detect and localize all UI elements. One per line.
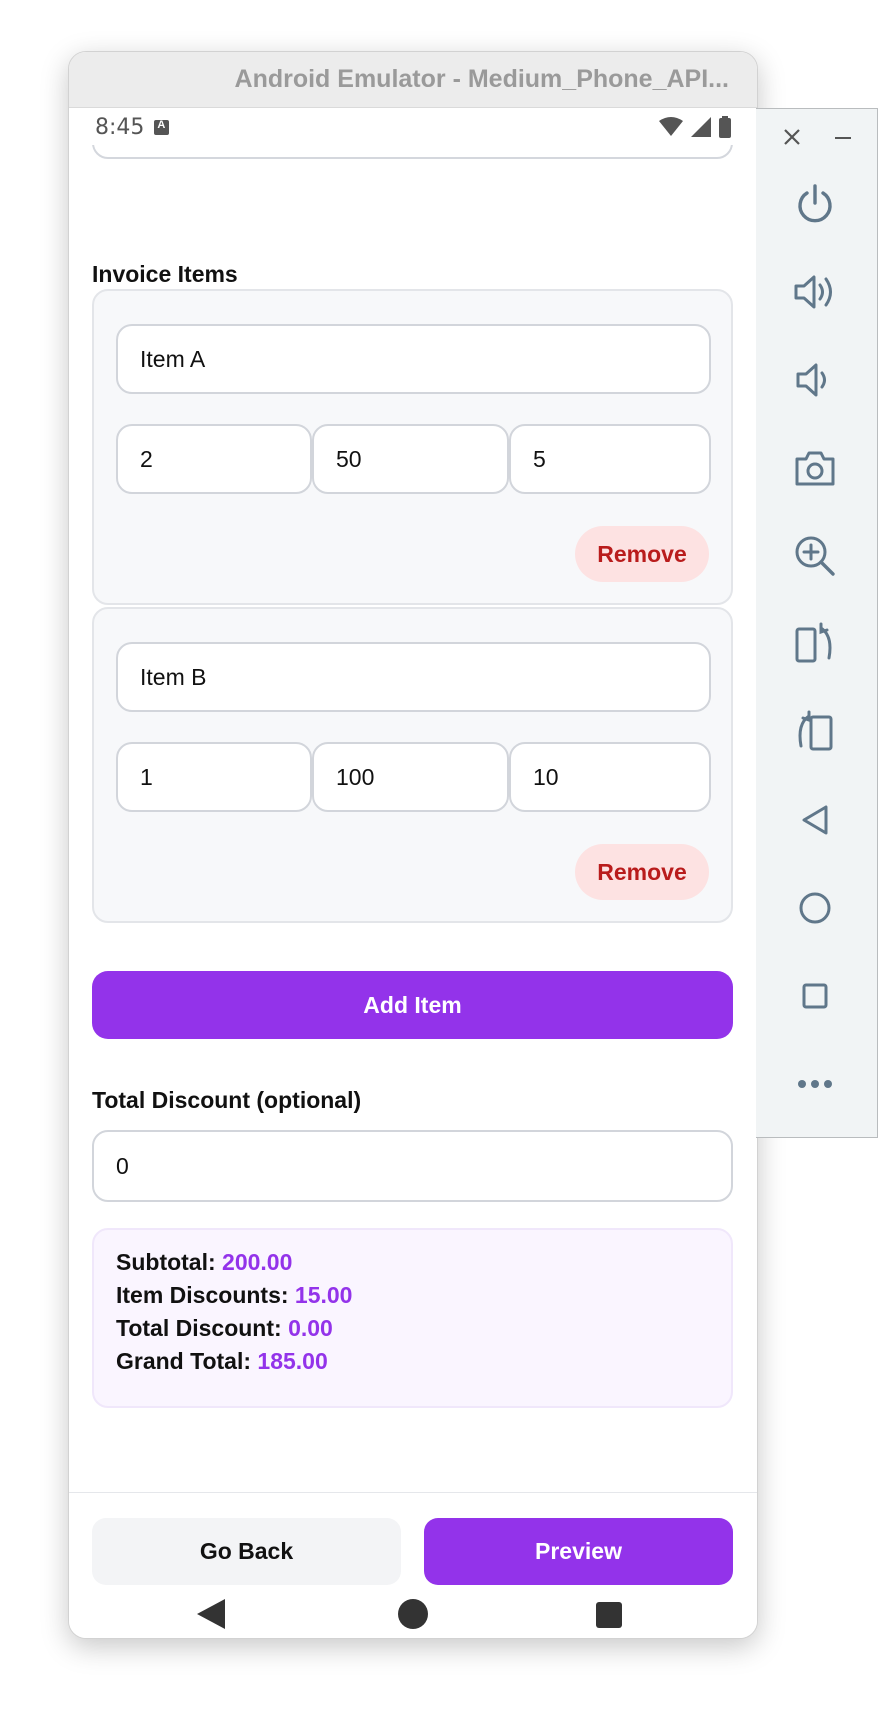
remove-item-button[interactable]: Remove xyxy=(575,526,709,582)
status-time: 8:45 xyxy=(95,114,145,140)
home-icon[interactable] xyxy=(790,883,840,933)
remove-item-button[interactable]: Remove xyxy=(575,844,709,900)
item-name-input[interactable]: Item A xyxy=(116,324,711,394)
invoice-item-card: Item A 2 50 5 Remove xyxy=(92,289,733,605)
emulator-side-panel xyxy=(756,108,878,1138)
item-discounts-value: 15.00 xyxy=(294,1282,353,1308)
go-back-button[interactable]: Go Back xyxy=(92,1518,401,1585)
footer-divider xyxy=(69,1492,757,1493)
grand-total-label: Grand Total: xyxy=(116,1348,252,1374)
grand-total-value: 185.00 xyxy=(257,1348,328,1374)
overview-icon[interactable] xyxy=(790,971,840,1021)
android-nav-bar xyxy=(69,1597,757,1638)
item-quantity-input[interactable]: 2 xyxy=(116,424,312,494)
phone-screen: 8:45 Invoice Items Item A 2 50 5 Remove … xyxy=(69,109,757,1638)
rotate-left-icon[interactable] xyxy=(790,619,840,669)
total-discount-row: Total Discount: 0.00 xyxy=(116,1312,709,1345)
item-price-input[interactable]: 50 xyxy=(312,424,509,494)
nav-home-icon[interactable] xyxy=(396,1597,430,1631)
item-discounts-label: Item Discounts: xyxy=(116,1282,289,1308)
subtotal-label: Subtotal: xyxy=(116,1249,216,1275)
battery-icon xyxy=(719,116,731,138)
item-price-input[interactable]: 100 xyxy=(312,742,509,812)
status-bar: 8:45 xyxy=(69,109,757,145)
window-title: Android Emulator - Medium_Phone_API... xyxy=(234,65,729,93)
back-icon[interactable] xyxy=(790,795,840,845)
grand-total-row: Grand Total: 185.00 xyxy=(116,1345,709,1378)
volume-up-icon[interactable] xyxy=(790,267,840,317)
volume-down-icon[interactable] xyxy=(790,355,840,405)
nav-overview-icon[interactable] xyxy=(595,1601,623,1629)
preview-button[interactable]: Preview xyxy=(424,1518,733,1585)
total-discount-label: Total Discount (optional) xyxy=(92,1087,362,1113)
total-discount-summary-label: Total Discount: xyxy=(116,1315,282,1341)
item-quantity-input[interactable]: 1 xyxy=(116,742,312,812)
more-icon[interactable] xyxy=(790,1059,840,1109)
subtotal-row: Subtotal: 200.00 xyxy=(116,1246,709,1279)
invoice-item-card: Item B 1 100 10 Remove xyxy=(92,607,733,923)
notification-icon xyxy=(154,119,170,135)
emulator-window: Android Emulator - Medium_Phone_API... 8… xyxy=(68,51,758,1639)
item-discount-input[interactable]: 5 xyxy=(509,424,711,494)
subtotal-value: 200.00 xyxy=(222,1249,293,1275)
camera-icon[interactable] xyxy=(790,443,840,493)
add-item-button[interactable]: Add Item xyxy=(92,971,733,1039)
totals-summary: Subtotal: 200.00 Item Discounts: 15.00 T… xyxy=(92,1228,733,1408)
power-icon[interactable] xyxy=(790,179,840,229)
total-discount-input[interactable]: 0 xyxy=(92,1130,733,1202)
item-discount-input[interactable]: 10 xyxy=(509,742,711,812)
close-icon[interactable] xyxy=(783,128,801,146)
item-discounts-row: Item Discounts: 15.00 xyxy=(116,1279,709,1312)
zoom-icon[interactable] xyxy=(790,531,840,581)
rotate-right-icon[interactable] xyxy=(790,707,840,757)
invoice-items-heading: Invoice Items xyxy=(92,261,238,287)
minimize-icon[interactable] xyxy=(835,136,851,140)
nav-back-icon[interactable] xyxy=(197,1597,227,1631)
emulator-titlebar[interactable]: Android Emulator - Medium_Phone_API... xyxy=(69,52,757,108)
item-name-input[interactable]: Item B xyxy=(116,642,711,712)
signal-icon xyxy=(691,117,711,137)
wifi-icon xyxy=(659,117,683,136)
total-discount-value: 0.00 xyxy=(288,1315,333,1341)
